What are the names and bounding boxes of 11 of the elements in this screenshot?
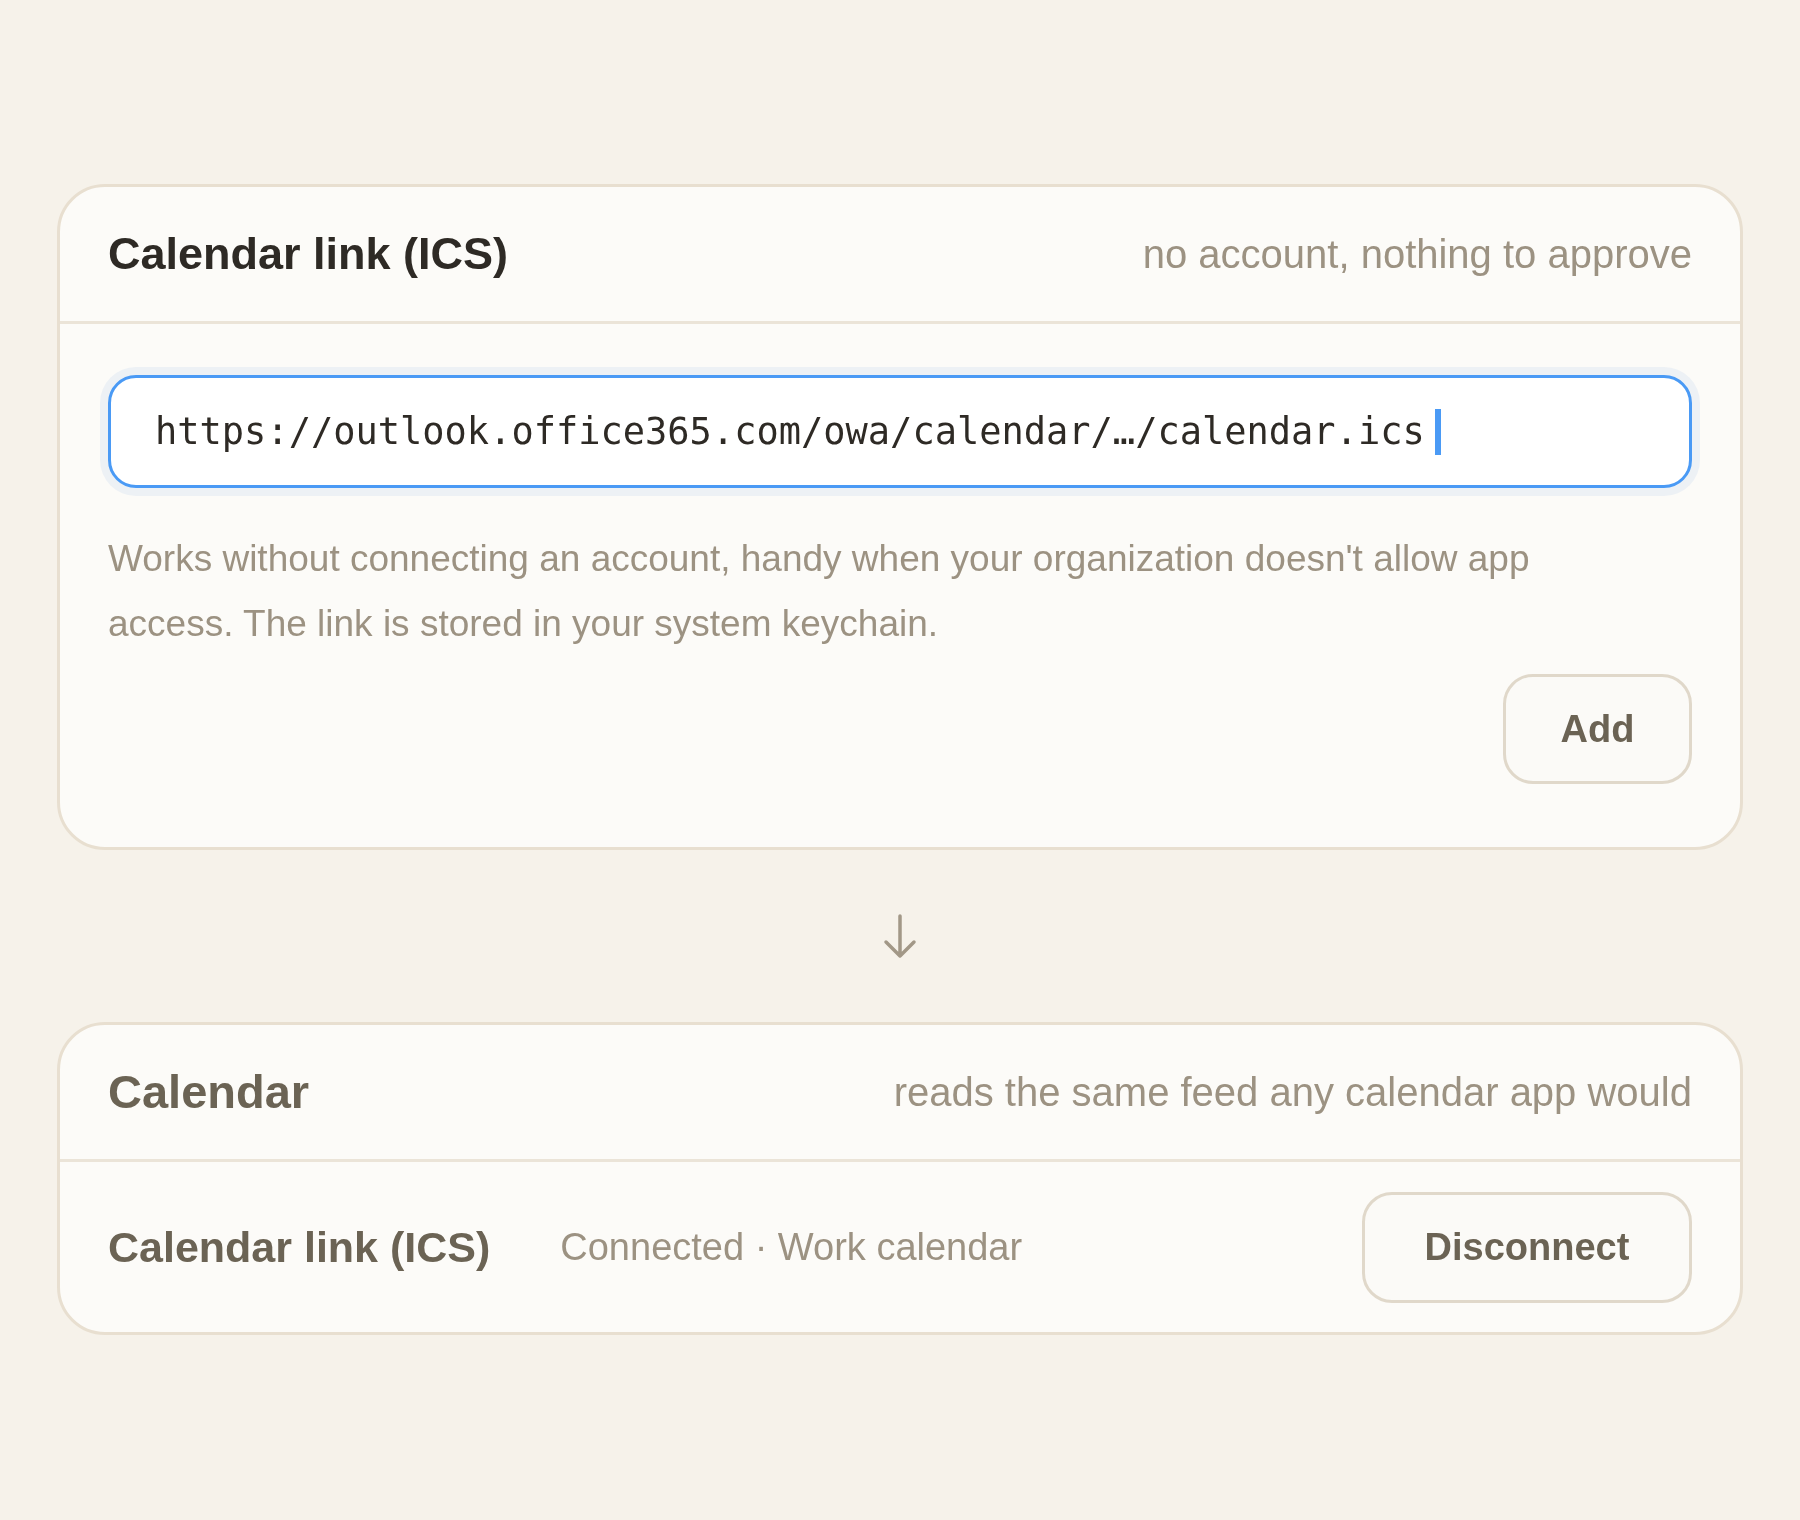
add-button[interactable]: Add [1503, 674, 1692, 784]
card-subtitle: no account, nothing to approve [1142, 231, 1692, 278]
disconnect-button[interactable]: Disconnect [1362, 1191, 1692, 1303]
url-field[interactable]: https://outlook.office365.com/owa/calendar/…/calendar.ics [108, 375, 1692, 488]
card-subtitle: reads the same feed any calendar app would [893, 1069, 1692, 1116]
card-title: Calendar [108, 1063, 310, 1120]
card-title: Calendar link (ICS) [108, 227, 509, 282]
connection-name: Calendar link (ICS) [108, 1221, 491, 1273]
text-cursor [1434, 408, 1441, 455]
connection-status: Connected · Work calendar [560, 1224, 1023, 1270]
help-text: Works without connecting an account, handy when your organization doesn't allow app access. The link is stored in your system keychain. [107, 537, 1531, 646]
